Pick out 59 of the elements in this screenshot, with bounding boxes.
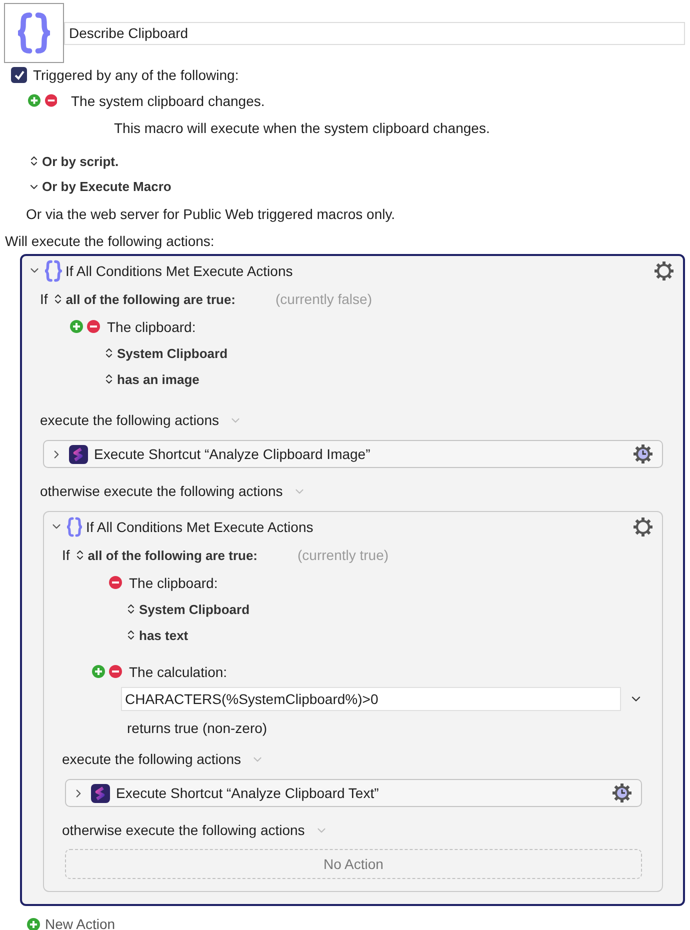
add-icon[interactable] <box>70 320 83 333</box>
popup-menu[interactable]: System Clipboard <box>103 346 228 360</box>
add-icon[interactable] <box>92 665 105 678</box>
gear-clock-icon[interactable] <box>611 782 633 804</box>
disclosure-option[interactable]: Or by Execute Macro <box>28 179 172 194</box>
macro-name-field[interactable]: Describe Clipboard <box>64 22 685 44</box>
if-label: If <box>62 547 70 563</box>
remove-icon[interactable] <box>87 320 100 333</box>
gear-icon[interactable] <box>632 516 654 538</box>
action-title: Execute Shortcut “Analyze Clipboard Text” <box>116 785 379 801</box>
app-icon <box>69 444 88 464</box>
trigger-label: Triggered by any of the following: <box>33 67 239 83</box>
action-title: Execute Shortcut “Analyze Clipboard Image” <box>94 446 370 462</box>
section-label: execute the following actions <box>40 412 219 428</box>
section-label: otherwise execute the following actions <box>62 822 305 838</box>
web-note: Or via the web server for Public Web triggered macros only. <box>26 206 396 222</box>
condition-status: (currently false) <box>276 291 372 307</box>
empty-action-slot: No Action <box>65 849 642 879</box>
section-label: execute the following actions <box>62 751 241 767</box>
condition-label: The clipboard: <box>129 574 218 590</box>
app-icon <box>91 784 110 802</box>
braces-icon <box>18 12 50 54</box>
up-down-chevron-icon <box>103 347 115 359</box>
remove-icon[interactable] <box>44 94 57 107</box>
trigger-text: The system clipboard changes. <box>71 92 265 108</box>
if-label: If <box>40 291 48 307</box>
braces-icon <box>67 516 82 536</box>
action-title: If All Conditions Met Execute Actions <box>86 518 314 534</box>
popup-menu[interactable]: all of the following are true: <box>74 548 258 562</box>
up-down-chevron-icon <box>28 155 40 167</box>
section-label: otherwise execute the following actions <box>40 483 283 499</box>
add-icon <box>27 918 40 930</box>
result-text: returns true (non-zero) <box>127 720 268 736</box>
action-block[interactable] <box>20 254 685 906</box>
popup-menu[interactable]: System Clipboard <box>125 602 250 616</box>
gear-icon[interactable] <box>653 260 675 282</box>
braces-icon <box>45 260 62 282</box>
trigger-description: This macro will execute when the system clipboard changes. <box>114 120 490 136</box>
remove-icon[interactable] <box>109 576 122 589</box>
action-row[interactable]: Execute Shortcut “Analyze Clipboard Image” <box>43 440 663 468</box>
up-down-chevron-icon <box>103 373 115 385</box>
action-title: If All Conditions Met Execute Actions <box>66 262 293 278</box>
condition-status: (currently true) <box>298 547 389 563</box>
actions-heading: Will execute the following actions: <box>5 232 214 248</box>
up-down-chevron-icon <box>125 629 137 641</box>
calculation-field[interactable]: CHARACTERS(%SystemClipboard%)>0 <box>121 687 621 711</box>
new-action-button[interactable]: New Action <box>27 916 116 930</box>
popup-menu[interactable]: all of the following are true: <box>52 292 236 306</box>
condition-label: The clipboard: <box>107 318 196 334</box>
checkbox[interactable] <box>11 67 27 83</box>
gear-clock-icon[interactable] <box>632 443 654 465</box>
add-icon[interactable] <box>28 94 40 107</box>
up-down-chevron-icon <box>125 603 137 615</box>
disclosure-option[interactable]: Or by script. <box>28 154 119 168</box>
remove-icon[interactable] <box>109 665 122 678</box>
condition-label: The calculation: <box>129 664 228 680</box>
popup-menu[interactable]: has text <box>125 628 188 642</box>
popup-menu[interactable]: has an image <box>103 372 200 386</box>
action-row[interactable]: Execute Shortcut “Analyze Clipboard Text” <box>65 779 642 807</box>
